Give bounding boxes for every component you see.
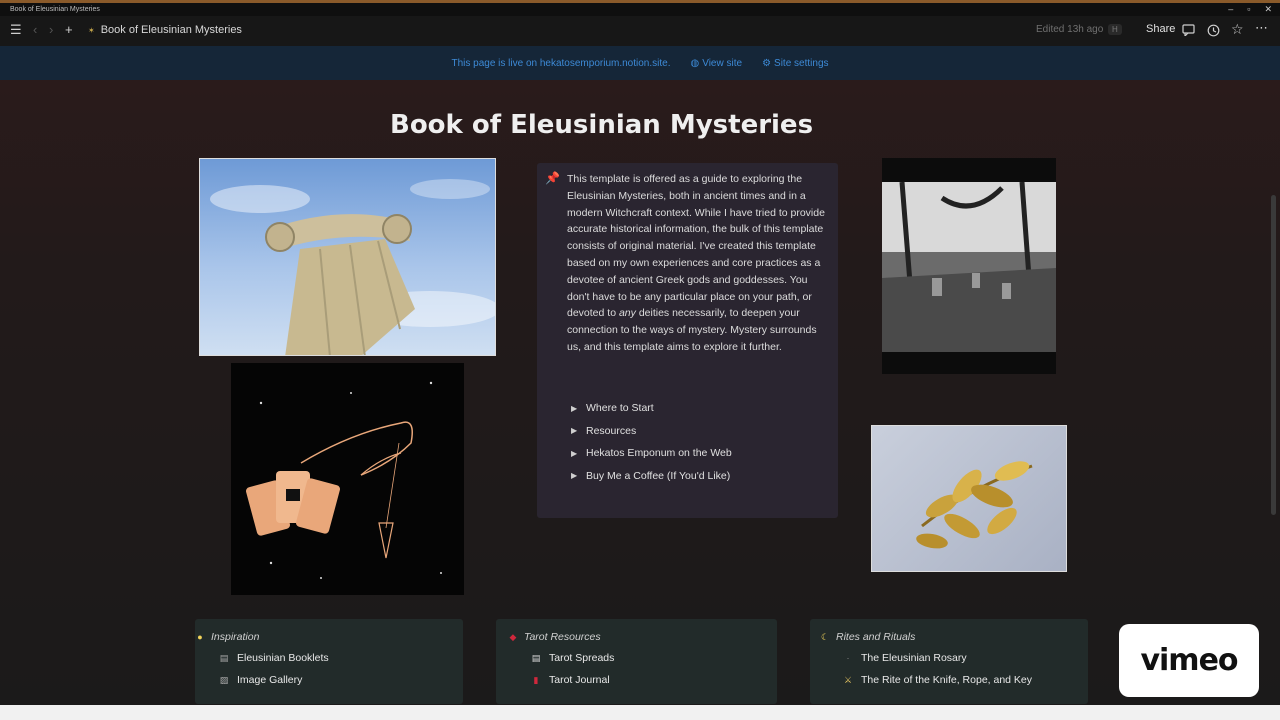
edited-timestamp: Edited 13h ago: [1036, 24, 1104, 35]
link-label: Tarot Journal: [549, 674, 610, 686]
breadcrumb-page-title: Book of Eleusinian Mysteries: [100, 24, 242, 36]
card-heading: ☾ Rites and Rituals: [820, 631, 915, 643]
globe-icon: ◍: [690, 57, 700, 69]
scrollbar[interactable]: [1271, 195, 1276, 515]
os-window-title: Book of Eleusinian Mysteries: [10, 6, 100, 13]
link-eleusinian-rosary[interactable]: · The Eleusinian Rosary: [843, 652, 967, 664]
intro-callout: 📌 This template is offered as a guide to…: [537, 163, 838, 518]
toggle-triangle-icon[interactable]: ▶: [567, 404, 586, 413]
link-label: Tarot Spreads: [549, 652, 615, 664]
os-window-titlebar: Book of Eleusinian Mysteries – ▫ ✕: [0, 0, 1280, 16]
back-arrow-icon[interactable]: ‹: [33, 22, 37, 37]
callout-body[interactable]: This template is offered as a guide to e…: [567, 171, 829, 356]
toggle-label: Buy Me a Coffee (If You'd Like): [586, 469, 731, 482]
page-icon: ▤: [219, 652, 229, 663]
callout-text-part-1: This template is offered as a guide to e…: [567, 173, 825, 320]
site-settings-link[interactable]: ⚙ Site settings: [762, 58, 828, 69]
picture-icon: ▨: [219, 674, 229, 685]
comments-icon[interactable]: [1182, 24, 1195, 36]
lightbulb-icon: ●: [197, 632, 203, 642]
red-gem-icon: ◆: [509, 631, 517, 642]
page-icon: ▤: [531, 652, 541, 663]
toggle-buy-me-a-coffee[interactable]: ▶ Buy Me a Coffee (If You'd Like): [567, 465, 732, 488]
link-eleusinian-booklets[interactable]: ▤ Eleusinian Booklets: [219, 652, 329, 664]
golden-laurel-image[interactable]: [871, 425, 1067, 572]
card-heading: ● Inspiration: [195, 631, 259, 643]
toggle-label: Where to Start: [586, 402, 654, 415]
rosary-icon: ·: [846, 653, 850, 663]
ionic-column-image[interactable]: [199, 158, 496, 356]
restore-icon[interactable]: ▫: [1247, 4, 1250, 15]
more-options-icon[interactable]: ⋯: [1255, 20, 1268, 36]
favorite-star-icon[interactable]: ☆: [1231, 21, 1244, 38]
link-tarot-spreads[interactable]: ▤ Tarot Spreads: [531, 652, 615, 664]
card-heading-text: Rites and Rituals: [836, 631, 916, 643]
tarot-hand-illustration[interactable]: [231, 363, 464, 595]
add-page-icon[interactable]: +: [65, 22, 73, 37]
gear-icon: ⚙: [762, 57, 772, 69]
forward-arrow-icon[interactable]: ›: [49, 22, 53, 37]
link-tarot-journal[interactable]: ▮ Tarot Journal: [531, 674, 610, 686]
toggle-label: Hekatos Emponum on the Web: [586, 447, 732, 460]
public-site-banner: This page is live on hekatosemporium.not…: [0, 46, 1280, 80]
card-heading: ◆ Tarot Resources: [508, 631, 601, 643]
toggle-list: ▶ Where to Start ▶ Resources ▶ Hekatos E…: [567, 397, 732, 487]
share-button[interactable]: Share: [1146, 23, 1175, 35]
page-title: Book of Eleusinian Mysteries: [390, 110, 814, 140]
link-label: Image Gallery: [237, 674, 303, 686]
crescent-moon-icon: ☾: [820, 631, 830, 642]
toggle-where-to-start[interactable]: ▶ Where to Start: [567, 397, 732, 420]
page-emoji-icon: ✶: [88, 25, 95, 35]
toggle-resources[interactable]: ▶ Resources: [567, 420, 732, 443]
toggle-triangle-icon[interactable]: ▶: [567, 426, 586, 435]
topbar: ☰ ‹ › + ✶ Book of Eleusinian Mysteries E…: [0, 16, 1280, 46]
toggle-label: Resources: [586, 424, 637, 437]
link-label: Eleusinian Booklets: [237, 652, 329, 664]
dagger-icon: ⚔: [843, 674, 853, 685]
callout-text-emphasis: any: [618, 307, 636, 320]
journal-icon: ▮: [533, 674, 539, 685]
cemetery-image[interactable]: [882, 158, 1056, 374]
card-heading-text: Tarot Resources: [524, 631, 601, 643]
toggle-on-the-web[interactable]: ▶ Hekatos Emponum on the Web: [567, 442, 732, 465]
menu-icon[interactable]: ☰: [10, 22, 22, 38]
minimize-icon[interactable]: –: [1228, 4, 1233, 15]
link-card-tarot: ◆ Tarot Resources ▤ Tarot Spreads ▮ Taro…: [496, 619, 777, 704]
video-player-bottom-strip: [0, 705, 1280, 720]
toggle-triangle-icon[interactable]: ▶: [567, 471, 586, 480]
view-site-link[interactable]: ◍ View site: [690, 58, 742, 69]
card-heading-text: Inspiration: [211, 631, 260, 643]
link-label: The Rite of the Knife, Rope, and Key: [861, 674, 1033, 686]
link-card-rites: ☾ Rites and Rituals · The Eleusinian Ros…: [810, 619, 1088, 704]
close-icon[interactable]: ✕: [1264, 4, 1272, 15]
live-site-text[interactable]: This page is live on hekatosemporium.not…: [451, 58, 670, 69]
link-image-gallery[interactable]: ▨ Image Gallery: [219, 674, 303, 686]
link-rite-knife-rope-key[interactable]: ⚔ The Rite of the Knife, Rope, and Key: [843, 674, 1032, 686]
toggle-triangle-icon[interactable]: ▶: [567, 449, 586, 458]
collaborator-badge[interactable]: H: [1108, 24, 1122, 35]
window-controls: – ▫ ✕: [1228, 4, 1272, 15]
vimeo-logo-overlay[interactable]: vimeo: [1119, 624, 1259, 697]
breadcrumb[interactable]: ✶ Book of Eleusinian Mysteries: [88, 24, 242, 36]
pushpin-icon: 📌: [545, 171, 560, 185]
link-label: The Eleusinian Rosary: [861, 652, 967, 664]
history-clock-icon[interactable]: [1207, 24, 1220, 37]
link-card-inspiration: ● Inspiration ▤ Eleusinian Booklets ▨ Im…: [195, 619, 463, 704]
